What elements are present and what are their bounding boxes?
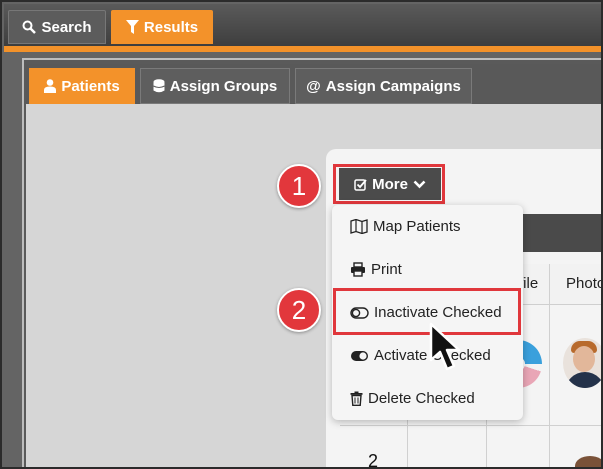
filter-icon: [125, 20, 139, 34]
tab-assign-groups[interactable]: Assign Groups: [140, 68, 290, 104]
avatar-shirt: [565, 372, 601, 388]
highlight-box-more: [333, 164, 445, 204]
highlight-box-inactivate: [333, 288, 521, 335]
menu-item-activate-checked[interactable]: Activate Checked: [332, 334, 523, 377]
menu-item-label: Delete Checked: [368, 390, 475, 407]
user-icon: [44, 79, 57, 93]
mouse-pointer-icon: [429, 322, 461, 371]
avatar[interactable]: [575, 456, 601, 467]
accent-stripe: [4, 46, 601, 52]
database-icon: [152, 79, 165, 93]
step-marker-1: 1: [277, 164, 321, 208]
column-divider: [549, 264, 550, 467]
tab-patients-label: Patients: [61, 77, 120, 95]
toggle-on-icon: [351, 350, 368, 361]
tab-results[interactable]: Results: [111, 10, 213, 44]
app-frame: Search Results Patients Assign Groups @ …: [0, 0, 603, 469]
tab-assign-campaigns[interactable]: @ Assign Campaigns: [295, 68, 472, 104]
tab-patients[interactable]: Patients: [29, 68, 135, 104]
menu-item-map-patients[interactable]: Map Patients: [332, 205, 523, 248]
print-icon: [351, 262, 365, 277]
trash-icon: [350, 391, 363, 406]
step-marker-2: 2: [277, 288, 321, 332]
tab-assign-groups-label: Assign Groups: [169, 77, 278, 95]
tab-results-label: Results: [143, 18, 199, 36]
avatar-face: [573, 346, 595, 372]
row-number: 2: [368, 451, 379, 469]
column-header-photo[interactable]: Photo: [566, 264, 601, 304]
map-icon: [350, 219, 368, 234]
tab-search-label: Search: [41, 18, 92, 36]
tab-search[interactable]: Search: [8, 10, 106, 44]
avatar[interactable]: [563, 338, 601, 388]
search-icon: [22, 20, 37, 34]
menu-item-delete-checked[interactable]: Delete Checked: [332, 377, 523, 420]
menu-item-label: Map Patients: [373, 218, 461, 235]
menu-item-label: Print: [371, 261, 402, 278]
tab-assign-campaigns-label: Assign Campaigns: [325, 77, 461, 95]
menu-item-print[interactable]: Print: [332, 248, 523, 291]
row-divider: [340, 425, 601, 426]
at-icon: @: [306, 77, 321, 95]
